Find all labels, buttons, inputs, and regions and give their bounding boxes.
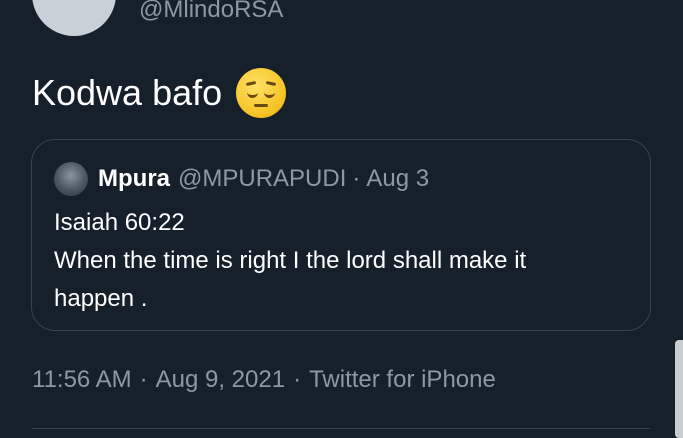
quoted-date[interactable]: Aug 3 <box>366 165 429 193</box>
tweet-text: Kodwa bafo <box>32 68 287 118</box>
quoted-tweet-body: Isaiah 60:22 When the time is right I th… <box>54 204 634 318</box>
pensive-face-emoji-icon <box>236 68 287 118</box>
meta-separator: · <box>139 366 148 393</box>
author-handle[interactable]: @MlindoRSA <box>139 0 283 24</box>
quoted-separator: · <box>352 165 361 192</box>
quoted-line: happen . <box>54 285 148 312</box>
quoted-author-avatar[interactable] <box>54 162 88 196</box>
author-avatar[interactable] <box>32 0 116 36</box>
tweet-meta: 11:56 AM · Aug 9, 2021 · Twitter for iPhone <box>32 366 496 394</box>
tweet-source[interactable]: Twitter for iPhone <box>309 366 496 393</box>
tweet-text-content: Kodwa bafo <box>32 72 223 113</box>
quoted-tweet-header: Mpura @MPURAPUDI · Aug 3 <box>54 162 429 196</box>
quoted-line: When the time is right I the lord shall … <box>54 247 527 274</box>
divider <box>32 428 650 429</box>
quoted-line: Isaiah 60:22 <box>54 209 185 236</box>
quoted-tweet[interactable]: Mpura @MPURAPUDI · Aug 3 Isaiah 60:22 Wh… <box>31 139 651 331</box>
tweet-time[interactable]: 11:56 AM <box>32 366 132 393</box>
scrollbar[interactable] <box>675 340 683 438</box>
tweet-date[interactable]: Aug 9, 2021 <box>156 366 285 393</box>
quoted-author-handle[interactable]: @MPURAPUDI <box>178 165 346 193</box>
quoted-author-name[interactable]: Mpura <box>98 165 170 193</box>
meta-separator-2: · <box>293 366 302 393</box>
